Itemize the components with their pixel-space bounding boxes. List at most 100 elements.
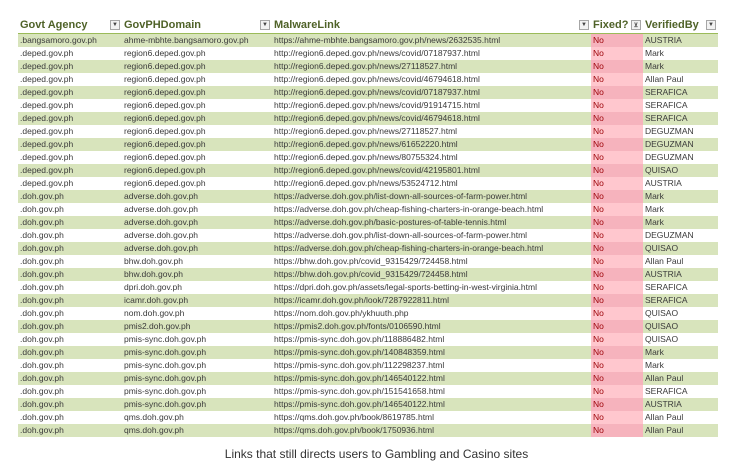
cell-govph-domain[interactable]: region6.deped.gov.ph xyxy=(122,47,272,60)
table-row[interactable]: .deped.gov.ph region6.deped.gov.ph http://… xyxy=(18,86,718,99)
cell-malware-link[interactable]: http://region6.deped.gov.ph/news/covid/0… xyxy=(272,47,591,60)
cell-fixed[interactable]: No xyxy=(591,151,643,164)
cell-govt-agency[interactable]: .deped.gov.ph xyxy=(18,60,122,73)
cell-malware-link[interactable]: http://region6.deped.gov.ph/news/covid/4… xyxy=(272,112,591,125)
cell-govph-domain[interactable]: adverse.doh.gov.ph xyxy=(122,216,272,229)
cell-fixed[interactable]: No xyxy=(591,320,643,333)
table-row[interactable]: .doh.gov.ph pmis-sync.doh.gov.ph https://p… xyxy=(18,372,718,385)
cell-verified-by[interactable]: Allan Paul xyxy=(643,73,718,86)
cell-govt-agency[interactable]: .deped.gov.ph xyxy=(18,177,122,190)
table-row[interactable]: .doh.gov.ph pmis-sync.doh.gov.ph https://p… xyxy=(18,385,718,398)
cell-verified-by[interactable]: Mark xyxy=(643,47,718,60)
cell-malware-link[interactable]: http://region6.deped.gov.ph/news/covid/4… xyxy=(272,164,591,177)
table-row[interactable]: .doh.gov.ph adverse.doh.gov.ph https://adv… xyxy=(18,216,718,229)
column-header-fixed[interactable]: Fixed? ⊻ xyxy=(591,17,643,33)
cell-malware-link[interactable]: https://pmis-sync.doh.gov.ph/151541658.h… xyxy=(272,385,591,398)
cell-govt-agency[interactable]: .deped.gov.ph xyxy=(18,99,122,112)
cell-govph-domain[interactable]: adverse.doh.gov.ph xyxy=(122,203,272,216)
cell-fixed[interactable]: No xyxy=(591,385,643,398)
column-header-malware-link[interactable]: MalwareLink ▼ xyxy=(272,17,591,33)
cell-govt-agency[interactable]: .doh.gov.ph xyxy=(18,411,122,424)
table-row[interactable]: .doh.gov.ph adverse.doh.gov.ph https://adv… xyxy=(18,229,718,242)
cell-fixed[interactable]: No xyxy=(591,216,643,229)
cell-govt-agency[interactable]: .doh.gov.ph xyxy=(18,203,122,216)
table-row[interactable]: .deped.gov.ph region6.deped.gov.ph http://… xyxy=(18,164,718,177)
cell-malware-link[interactable]: https://pmis-sync.doh.gov.ph/112298237.h… xyxy=(272,359,591,372)
cell-fixed[interactable]: No xyxy=(591,398,643,411)
cell-govt-agency[interactable]: .doh.gov.ph xyxy=(18,359,122,372)
cell-govph-domain[interactable]: region6.deped.gov.ph xyxy=(122,177,272,190)
cell-govt-agency[interactable]: .deped.gov.ph xyxy=(18,73,122,86)
cell-govph-domain[interactable]: adverse.doh.gov.ph xyxy=(122,229,272,242)
cell-govph-domain[interactable]: pmis-sync.doh.gov.ph xyxy=(122,359,272,372)
cell-govph-domain[interactable]: region6.deped.gov.ph xyxy=(122,73,272,86)
cell-malware-link[interactable]: https://bhw.doh.gov.ph/covid_9315429/724… xyxy=(272,255,591,268)
cell-govph-domain[interactable]: bhw.doh.gov.ph xyxy=(122,255,272,268)
column-header-verified-by[interactable]: VerifiedBy ▼ xyxy=(643,17,718,33)
cell-govph-domain[interactable]: pmis-sync.doh.gov.ph xyxy=(122,372,272,385)
cell-govph-domain[interactable]: nom.doh.gov.ph xyxy=(122,307,272,320)
cell-govt-agency[interactable]: .deped.gov.ph xyxy=(18,47,122,60)
cell-fixed[interactable]: No xyxy=(591,112,643,125)
cell-verified-by[interactable]: SERAFICA xyxy=(643,294,718,307)
filter-dropdown-icon[interactable]: ▼ xyxy=(260,20,270,30)
table-row[interactable]: .deped.gov.ph region6.deped.gov.ph http://… xyxy=(18,47,718,60)
cell-verified-by[interactable]: Allan Paul xyxy=(643,255,718,268)
cell-fixed[interactable]: No xyxy=(591,86,643,99)
cell-verified-by[interactable]: QUISAO xyxy=(643,320,718,333)
table-row[interactable]: .doh.gov.ph bhw.doh.gov.ph https://bhw.doh… xyxy=(18,255,718,268)
cell-verified-by[interactable]: SERAFICA xyxy=(643,281,718,294)
cell-fixed[interactable]: No xyxy=(591,125,643,138)
cell-fixed[interactable]: No xyxy=(591,203,643,216)
cell-fixed[interactable]: No xyxy=(591,34,643,47)
cell-verified-by[interactable]: Allan Paul xyxy=(643,411,718,424)
table-row[interactable]: .doh.gov.ph adverse.doh.gov.ph https://adv… xyxy=(18,190,718,203)
table-row[interactable]: .deped.gov.ph region6.deped.gov.ph http://… xyxy=(18,73,718,86)
cell-verified-by[interactable]: SERAFICA xyxy=(643,385,718,398)
cell-fixed[interactable]: No xyxy=(591,73,643,86)
cell-malware-link[interactable]: https://adverse.doh.gov.ph/basic-posture… xyxy=(272,216,591,229)
cell-govph-domain[interactable]: pmis-sync.doh.gov.ph xyxy=(122,385,272,398)
cell-fixed[interactable]: No xyxy=(591,346,643,359)
cell-govt-agency[interactable]: .doh.gov.ph xyxy=(18,346,122,359)
cell-verified-by[interactable]: Mark xyxy=(643,190,718,203)
cell-govt-agency[interactable]: .deped.gov.ph xyxy=(18,164,122,177)
cell-verified-by[interactable]: AUSTRIA xyxy=(643,398,718,411)
cell-verified-by[interactable]: DEGUZMAN xyxy=(643,138,718,151)
cell-govt-agency[interactable]: .doh.gov.ph xyxy=(18,294,122,307)
cell-malware-link[interactable]: https://pmis2.doh.gov.ph/fonts/0106590.h… xyxy=(272,320,591,333)
cell-malware-link[interactable]: https://bhw.doh.gov.ph/covid_9315429/724… xyxy=(272,268,591,281)
cell-govph-domain[interactable]: ahme-mbhte.bangsamoro.gov.ph xyxy=(122,34,272,47)
cell-verified-by[interactable]: Mark xyxy=(643,203,718,216)
table-row[interactable]: .deped.gov.ph region6.deped.gov.ph http://… xyxy=(18,125,718,138)
cell-verified-by[interactable]: DEGUZMAN xyxy=(643,229,718,242)
cell-malware-link[interactable]: https://adverse.doh.gov.ph/cheap-fishing… xyxy=(272,242,591,255)
cell-govt-agency[interactable]: .doh.gov.ph xyxy=(18,281,122,294)
cell-govph-domain[interactable]: bhw.doh.gov.ph xyxy=(122,268,272,281)
cell-govph-domain[interactable]: pmis-sync.doh.gov.ph xyxy=(122,346,272,359)
table-row[interactable]: .deped.gov.ph region6.deped.gov.ph http://… xyxy=(18,138,718,151)
cell-fixed[interactable]: No xyxy=(591,372,643,385)
cell-govph-domain[interactable]: icamr.doh.gov.ph xyxy=(122,294,272,307)
filter-active-icon[interactable]: ⊻ xyxy=(631,20,641,30)
cell-malware-link[interactable]: http://region6.deped.gov.ph/news/2711852… xyxy=(272,60,591,73)
cell-govph-domain[interactable]: pmis-sync.doh.gov.ph xyxy=(122,398,272,411)
table-row[interactable]: .doh.gov.ph pmis2.doh.gov.ph https://pmis2… xyxy=(18,320,718,333)
cell-govph-domain[interactable]: qms.doh.gov.ph xyxy=(122,424,272,437)
cell-govt-agency[interactable]: .doh.gov.ph xyxy=(18,320,122,333)
cell-fixed[interactable]: No xyxy=(591,47,643,60)
filter-dropdown-icon[interactable]: ▼ xyxy=(579,20,589,30)
table-row[interactable]: .bangsamoro.gov.ph ahme-mbhte.bangsamoro.… xyxy=(18,34,718,47)
cell-malware-link[interactable]: https://ahme-mbhte.bangsamoro.gov.ph/new… xyxy=(272,34,591,47)
cell-verified-by[interactable]: AUSTRIA xyxy=(643,268,718,281)
cell-malware-link[interactable]: https://adverse.doh.gov.ph/list-down-all… xyxy=(272,190,591,203)
cell-malware-link[interactable]: https://qms.doh.gov.ph/book/8619785.html xyxy=(272,411,591,424)
cell-verified-by[interactable]: SERAFICA xyxy=(643,112,718,125)
cell-govph-domain[interactable]: region6.deped.gov.ph xyxy=(122,164,272,177)
cell-verified-by[interactable]: SERAFICA xyxy=(643,99,718,112)
cell-verified-by[interactable]: Allan Paul xyxy=(643,424,718,437)
cell-govt-agency[interactable]: .doh.gov.ph xyxy=(18,190,122,203)
cell-govt-agency[interactable]: .doh.gov.ph xyxy=(18,307,122,320)
column-header-govt-agency[interactable]: Govt Agency ▼ xyxy=(18,17,122,33)
cell-fixed[interactable]: No xyxy=(591,99,643,112)
